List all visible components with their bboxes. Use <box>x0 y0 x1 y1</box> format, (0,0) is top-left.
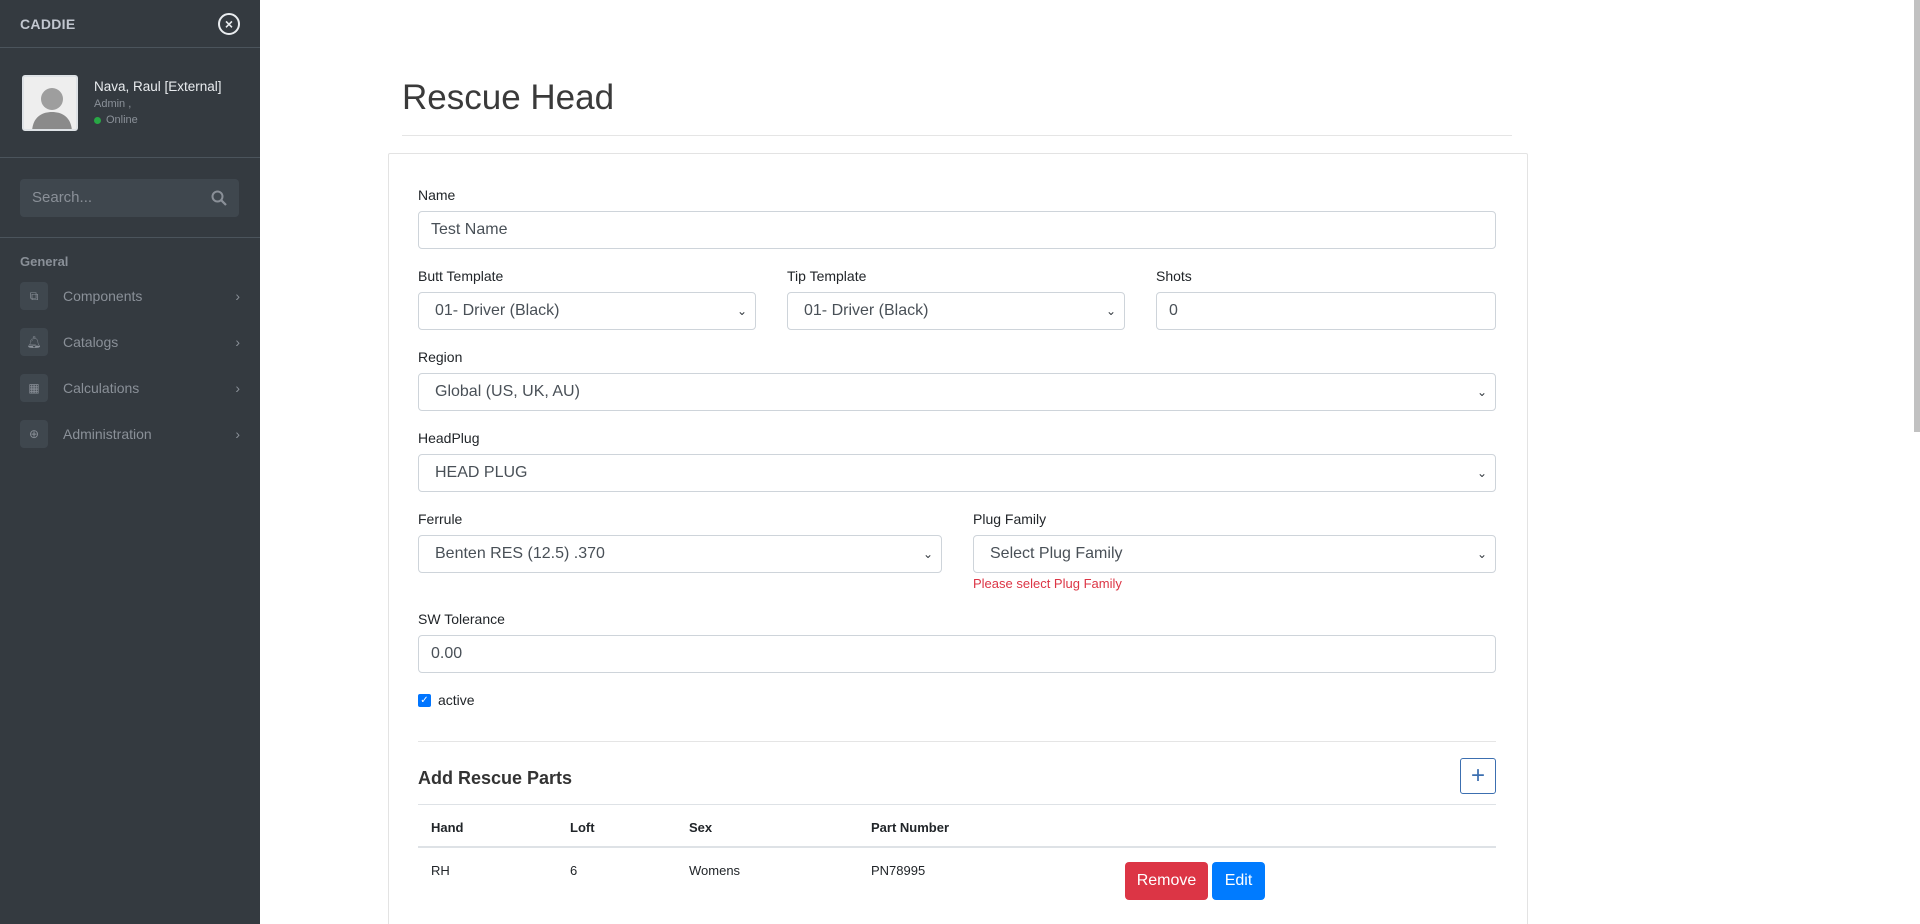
close-icon[interactable]: × <box>218 12 240 35</box>
headplug-select[interactable]: HEAD PLUG ⌄ <box>418 454 1496 492</box>
ferrule-select[interactable]: Benten RES (12.5) .370 ⌄ <box>418 535 942 573</box>
user-status: Online <box>94 114 222 126</box>
avatar <box>22 74 78 131</box>
tip-template-select[interactable]: 01- Driver (Black) ⌄ <box>787 292 1125 330</box>
sw-tolerance-input[interactable] <box>431 645 1483 663</box>
plug-family-select[interactable]: Select Plug Family ⌄ <box>973 535 1496 573</box>
tip-template-label: Tip Template <box>787 268 867 284</box>
search-icon[interactable] <box>211 190 227 206</box>
region-select[interactable]: Global (US, UK, AU) ⌄ <box>418 373 1496 411</box>
name-input[interactable] <box>431 221 1483 239</box>
search-box <box>20 178 239 217</box>
components-icon: ⧉ <box>20 282 48 310</box>
add-rescue-parts-title: Add Rescue Parts <box>418 768 573 788</box>
sidebar-item-components[interactable]: ⧉ Components › <box>0 273 260 319</box>
name-field[interactable] <box>418 211 1496 249</box>
sidebar-item-label: Components <box>63 288 143 304</box>
sidebar-item-label: Catalogs <box>63 334 119 350</box>
sidebar-search <box>0 158 260 238</box>
sidebar-item-catalogs[interactable]: 🔔︎ Catalogs › <box>0 319 260 365</box>
sw-tolerance-label: SW Tolerance <box>418 611 505 627</box>
butt-template-select[interactable]: 01- Driver (Black) ⌄ <box>418 292 756 330</box>
user-role: Admin , <box>94 98 132 110</box>
calculator-icon: ▦ <box>20 374 48 402</box>
chevron-right-icon: › <box>235 288 240 304</box>
shots-input[interactable] <box>1169 302 1483 320</box>
rescue-head-form-card: Name Butt Template 01- Driver (Black) ⌄ … <box>388 153 1528 924</box>
online-dot-icon <box>94 116 101 124</box>
chevron-right-icon: › <box>235 380 240 396</box>
region-value: Global (US, UK, AU) <box>435 383 580 400</box>
page-title: Rescue Head <box>402 78 615 117</box>
tip-template-value: 01- Driver (Black) <box>804 302 929 319</box>
active-label: active <box>438 692 475 708</box>
globe-icon: ⊕ <box>20 420 48 448</box>
cell-loft: 6 <box>570 863 578 878</box>
avatar-person-icon <box>24 76 76 129</box>
column-sex: Sex <box>689 820 713 835</box>
chevron-down-icon: ⌄ <box>1476 466 1487 480</box>
column-loft: Loft <box>570 820 595 835</box>
brand-title: CADDIE <box>20 15 76 32</box>
divider <box>418 741 1496 742</box>
cell-part-number: PN78995 <box>871 863 926 878</box>
parts-table-header: Hand Loft Sex Part Number <box>418 804 1496 848</box>
remove-part-button[interactable]: Remove <box>1125 862 1208 900</box>
main-content: Rescue Head Name Butt Template 01- Drive… <box>260 0 1920 924</box>
sidebar: CADDIE × Nava, Raul [External] Admin , O… <box>0 0 260 924</box>
sidebar-brand: CADDIE × <box>0 0 260 48</box>
sidebar-item-administration[interactable]: ⊕ Administration › <box>0 411 260 457</box>
plug-family-value: Select Plug Family <box>990 545 1123 562</box>
shots-field[interactable] <box>1156 292 1496 330</box>
plug-family-label: Plug Family <box>973 511 1047 527</box>
cell-sex: Womens <box>689 863 741 878</box>
headplug-value: HEAD PLUG <box>435 464 528 481</box>
chevron-right-icon: › <box>235 426 240 442</box>
page-header: Rescue Head <box>402 78 1512 136</box>
shots-label: Shots <box>1156 268 1192 284</box>
cell-hand: RH <box>431 863 450 878</box>
sw-tolerance-field[interactable] <box>418 635 1496 673</box>
chevron-right-icon: › <box>235 334 240 350</box>
chevron-down-icon: ⌄ <box>922 547 933 561</box>
sidebar-item-label: Calculations <box>63 380 140 396</box>
column-part-number: Part Number <box>871 820 950 835</box>
headplug-label: HeadPlug <box>418 430 480 446</box>
chevron-down-icon: ⌄ <box>1476 547 1487 561</box>
ferrule-value: Benten RES (12.5) .370 <box>435 545 605 562</box>
bell-icon: 🔔︎ <box>20 328 48 356</box>
butt-template-value: 01- Driver (Black) <box>435 302 560 319</box>
edit-part-button[interactable]: Edit <box>1212 862 1265 900</box>
chevron-down-icon: ⌄ <box>736 304 747 318</box>
name-label: Name <box>418 187 456 203</box>
sidebar-item-calculations[interactable]: ▦ Calculations › <box>0 365 260 411</box>
plug-family-error: Please select Plug Family <box>973 576 1122 591</box>
page-scrollbar[interactable] <box>1914 0 1920 432</box>
ferrule-label: Ferrule <box>418 511 463 527</box>
search-input[interactable] <box>32 189 192 206</box>
user-name[interactable]: Nava, Raul [External] <box>94 79 222 94</box>
chevron-down-icon: ⌄ <box>1476 385 1487 399</box>
sidebar-section-general: General <box>20 254 69 269</box>
user-info: Nava, Raul [External] Admin , Online <box>94 79 222 126</box>
active-check-row: ✓ active <box>418 692 475 708</box>
region-label: Region <box>418 349 463 365</box>
butt-template-label: Butt Template <box>418 268 504 284</box>
active-checkbox[interactable]: ✓ <box>418 693 431 707</box>
column-hand: Hand <box>431 820 464 835</box>
chevron-down-icon: ⌄ <box>1105 304 1116 318</box>
user-status-label: Online <box>106 114 138 126</box>
user-panel: Nava, Raul [External] Admin , Online <box>0 48 260 158</box>
add-part-button[interactable]: + <box>1460 758 1496 794</box>
sidebar-item-label: Administration <box>63 426 152 442</box>
